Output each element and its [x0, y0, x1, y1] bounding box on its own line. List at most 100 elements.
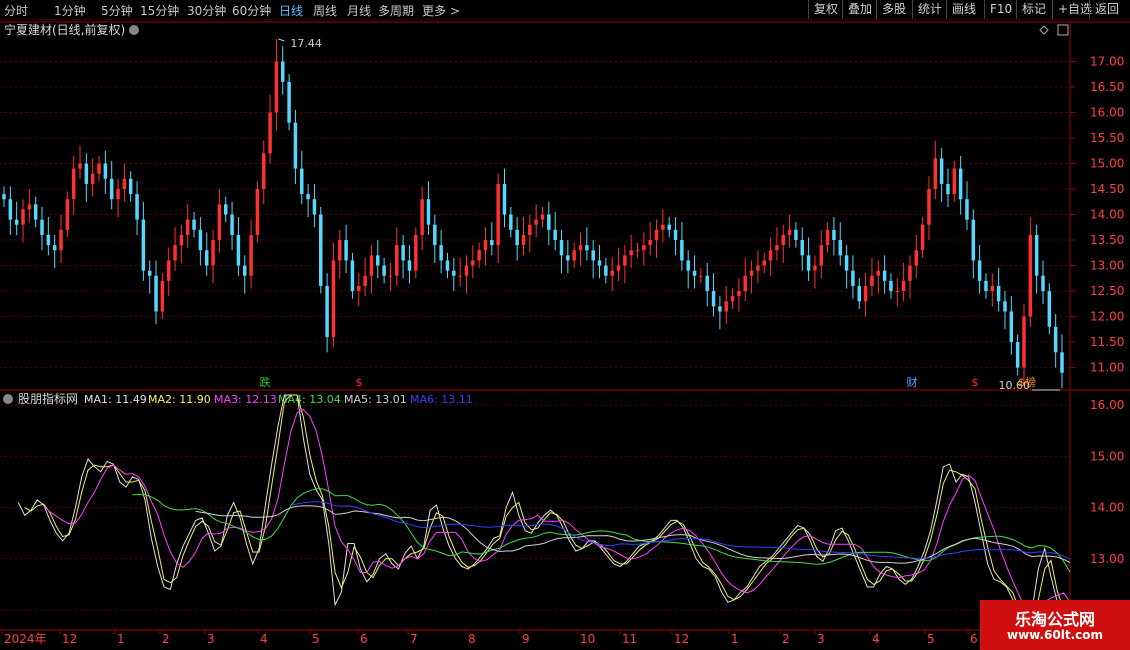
candle-body — [71, 168, 76, 200]
candle-body — [21, 209, 25, 225]
timeframe-tab-4[interactable]: 30分钟 — [187, 2, 226, 19]
candle-body — [27, 204, 32, 210]
toolbar-button-0[interactable]: 复权 — [808, 0, 842, 19]
window-icon[interactable] — [1057, 24, 1069, 36]
candle-body — [160, 280, 165, 312]
candle-body — [319, 214, 323, 286]
date-label-1: 12 — [62, 632, 77, 646]
candle-body — [901, 280, 906, 292]
candle-body — [331, 260, 336, 337]
toolbar-button-4[interactable]: 画线 — [946, 0, 984, 19]
candle-body — [806, 255, 811, 271]
price-axis-label-6: 14.00 — [1090, 208, 1124, 222]
event-marker-4: $榜 — [1018, 375, 1036, 389]
date-label-17: 4 — [872, 632, 880, 646]
candle-body — [338, 240, 342, 261]
event-marker-2: 财 — [907, 375, 918, 389]
candle-body — [502, 183, 507, 215]
price-axis-label-10: 12.00 — [1090, 310, 1124, 324]
candle-body — [14, 219, 19, 225]
timeframe-tab-1[interactable]: 1分钟 — [54, 2, 86, 19]
candle-body — [445, 260, 450, 271]
toolbar-button-6[interactable]: 标记 — [1016, 0, 1052, 19]
indicator-menu-icon[interactable] — [3, 394, 13, 404]
candle-body — [730, 296, 735, 302]
timeframe-tab-7[interactable]: 周线 — [313, 2, 337, 19]
candle-body — [59, 229, 63, 251]
candle-body — [243, 265, 247, 276]
candle-body — [692, 270, 697, 276]
candle-body — [135, 194, 139, 220]
chevron-down-icon[interactable] — [129, 25, 139, 35]
toolbar-button-1[interactable]: 叠加 — [842, 0, 876, 19]
candle-body — [629, 250, 633, 256]
toolbar-button-5[interactable]: F10 — [984, 0, 1016, 19]
candle-body — [376, 255, 380, 266]
timeframe-tab-10[interactable]: 更多 > — [422, 2, 460, 19]
candle-body — [882, 270, 887, 281]
date-label-0: 2024年 — [4, 632, 47, 646]
event-marker-3: $ — [972, 376, 979, 389]
ma-legend-1: MA1: 11.49 — [84, 393, 147, 406]
timeframe-tab-8[interactable]: 月线 — [347, 2, 371, 19]
main-chart-title: 宁夏建材(日线,前复权) — [4, 22, 125, 37]
candle-body — [509, 214, 513, 230]
candle-body — [724, 301, 728, 312]
diamond-icon[interactable] — [1039, 25, 1049, 35]
candle-body — [566, 255, 570, 261]
candle-body — [1047, 291, 1052, 327]
toolbar-button-7[interactable]: +自选 — [1052, 0, 1092, 19]
watermark-title: 乐淘公式网 — [1014, 610, 1095, 629]
candle-body — [255, 189, 260, 235]
candle-body — [515, 229, 519, 246]
date-label-11: 10 — [580, 632, 595, 646]
candle-body — [661, 224, 665, 230]
price-axis-label-5: 14.50 — [1090, 182, 1124, 196]
candle-body — [2, 194, 6, 200]
timeframe-tab-5[interactable]: 60分钟 — [232, 2, 271, 19]
price-axis-label-4: 15.00 — [1090, 156, 1124, 170]
timeframe-tab-2[interactable]: 5分钟 — [101, 2, 133, 19]
price-axis-label-3: 15.50 — [1090, 131, 1124, 145]
candle-body — [274, 61, 279, 113]
date-label-7: 6 — [360, 632, 368, 646]
candle-body — [528, 224, 532, 235]
candle-body — [350, 260, 355, 292]
candle-body — [699, 275, 703, 277]
candle-body — [426, 199, 431, 225]
toolbar-button-3[interactable]: 统计 — [912, 0, 946, 19]
timeframe-tab-9[interactable]: 多周期 — [378, 2, 414, 19]
candle-body — [1015, 342, 1020, 368]
date-label-16: 3 — [817, 632, 825, 646]
timeframe-tab-6[interactable]: 日线 — [279, 2, 303, 19]
ma-legend-3: MA3: 12.13 — [214, 393, 277, 406]
candle-body — [553, 229, 557, 241]
watermark-logo: 乐淘公式网 www.60lt.com — [980, 600, 1130, 650]
price-axis-label-2: 16.00 — [1090, 105, 1124, 119]
kline-chart[interactable]: 17.00 16.50 16.00 15.50 15.00 14.50 14.00 13.50… — [0, 20, 1130, 650]
candle-body — [490, 240, 494, 246]
candle-body — [268, 112, 272, 154]
candle-body — [306, 194, 310, 200]
candle-body — [933, 158, 938, 190]
timeframe-tab-0[interactable]: 分时 — [4, 2, 28, 19]
timeframe-tab-3[interactable]: 15分钟 — [140, 2, 179, 19]
candle-body — [1034, 234, 1039, 276]
price-axis-label-9: 12.50 — [1090, 284, 1124, 298]
candle-body — [65, 199, 70, 230]
toolbar-button-2[interactable]: 多股 — [876, 0, 912, 19]
date-label-10: 9 — [522, 632, 530, 646]
candle-body — [977, 260, 982, 281]
candle-body — [610, 270, 614, 276]
candle-body — [686, 260, 690, 271]
candle-body — [116, 189, 120, 200]
toolbar-button-8[interactable]: 返回 — [1089, 0, 1130, 19]
candle-body — [173, 245, 177, 261]
indicator-axis-label-3: 13.00 — [1090, 552, 1124, 566]
candle-body — [825, 229, 830, 246]
ma-legend-5: MA5: 13.01 — [344, 393, 407, 406]
high-pointer — [278, 38, 285, 42]
candle-body — [97, 163, 101, 174]
candle-body — [217, 204, 222, 241]
candle-body — [521, 234, 526, 246]
